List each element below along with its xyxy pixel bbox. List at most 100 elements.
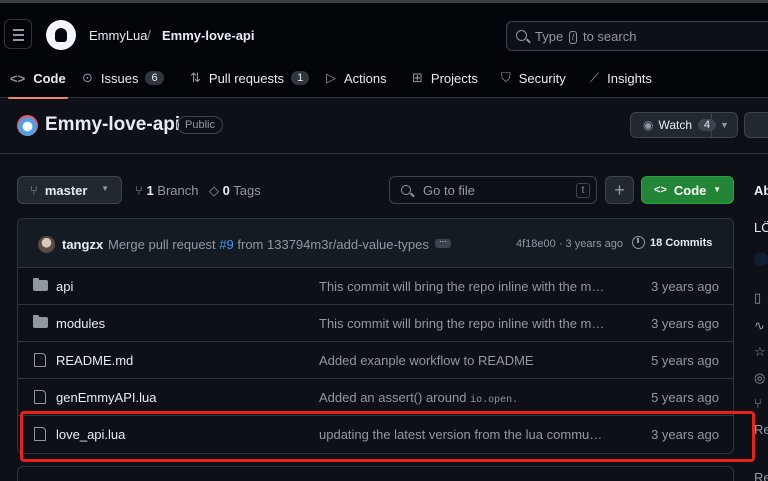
report-link[interactable]: Re (754, 422, 768, 437)
readme-box (17, 466, 734, 481)
pull-request-link[interactable]: #9 (219, 237, 233, 252)
breadcrumb-repo[interactable]: Emmy-love-api (162, 28, 254, 43)
eye-icon[interactable]: ◎ (754, 370, 765, 386)
repo-owner-avatar[interactable] (17, 115, 38, 136)
file-name[interactable]: genEmmyAPI.lua (56, 390, 156, 405)
commit-age: 3 years ago (565, 238, 624, 250)
pull-request-icon: ⇅ (190, 70, 201, 85)
repo-tabs: <> Code ⊙ Issues 6 ⇅ Pull requests 1 ▷ A… (0, 58, 768, 99)
file-commit-message[interactable]: updating the latest version from the lua… (319, 427, 609, 442)
tab-insights[interactable]: ⟋ Insights (590, 58, 652, 98)
search-placeholder: Type / to search (535, 29, 636, 44)
star-icon[interactable]: ☆ (754, 344, 766, 360)
file-name[interactable]: api (56, 279, 73, 294)
commit-hash[interactable]: 4f18e00 · 3 years ago (516, 238, 623, 250)
file-date: 5 years ago (651, 390, 719, 405)
releases-heading: Re (754, 470, 768, 481)
avatar[interactable] (38, 236, 55, 253)
activity-icon[interactable]: ∿ (754, 318, 765, 334)
go-to-file-input[interactable]: Go to file t (389, 176, 597, 204)
topic-tag[interactable] (754, 252, 768, 266)
latest-commit-bar: tangzx Merge pull request #9 from 133794… (18, 219, 733, 268)
file-row-api[interactable]: api This commit will bring the repo inli… (18, 268, 733, 305)
code-button-label: Code (673, 182, 707, 198)
chevron-down-icon: ▼ (713, 185, 721, 194)
tab-code-label: Code (33, 70, 66, 86)
commits-link[interactable]: 18 Commits (650, 237, 712, 249)
menu-button[interactable] (4, 19, 32, 49)
folder-icon (33, 278, 48, 291)
file-commit-message-text: Added an assert() around (319, 390, 467, 405)
tags-link[interactable]: ◇ 0 Tags (209, 183, 261, 199)
branches-link[interactable]: ⑂ 1 Branch (135, 183, 199, 198)
tag-icon: ◇ (209, 183, 219, 198)
file-icon (34, 427, 46, 441)
breadcrumb-owner[interactable]: EmmyLua (89, 28, 148, 43)
tab-actions[interactable]: ▷ Actions (326, 58, 387, 98)
fork-icon[interactable]: ⑂ (754, 396, 762, 411)
file-browser: tangzx Merge pull request #9 from 133794… (17, 218, 734, 454)
search-shortcut-key: / (568, 31, 578, 44)
file-row-love-api[interactable]: love_api.lua updating the latest version… (18, 416, 733, 453)
code-icon: <> (654, 184, 667, 196)
menu-icon-line (13, 39, 24, 41)
menu-icon (13, 29, 24, 31)
go-to-file-placeholder: Go to file (423, 183, 476, 198)
tab-projects[interactable]: ⊞ Projects (412, 58, 478, 98)
play-icon: ▷ (326, 70, 336, 85)
tab-issues-label: Issues (100, 70, 139, 86)
search-input[interactable]: Type / to search (506, 21, 768, 51)
branches-count: 1 (146, 183, 154, 198)
repo-header: Emmy-love-api Public ◉ Watch 4 ▼ (0, 98, 768, 154)
file-date: 5 years ago (651, 353, 719, 368)
commits-label: Commits (665, 237, 713, 249)
file-row-genemmyapi[interactable]: genEmmyAPI.lua Added an assert() around … (18, 379, 733, 416)
file-commit-message[interactable]: This commit will bring the repo inline w… (319, 279, 609, 294)
commit-message-pre: Merge pull request (108, 237, 216, 252)
folder-icon (33, 315, 48, 328)
shield-icon: ⛉ (501, 70, 511, 85)
tab-pull-requests-label: Pull requests (208, 70, 285, 86)
tab-security[interactable]: ⛉ Security (501, 58, 566, 98)
watch-button[interactable]: ◉ Watch 4 ▼ (630, 112, 738, 138)
expand-commit-button[interactable]: ··· (435, 238, 451, 248)
readme-icon[interactable]: ▯ (754, 290, 761, 306)
go-to-file-shortcut: t (576, 183, 590, 198)
file-commit-message[interactable]: This commit will bring the repo inline w… (319, 316, 609, 331)
commit-author[interactable]: tangzx (62, 237, 103, 252)
file-name[interactable]: README.md (56, 353, 133, 368)
commit-message[interactable]: Merge pull request #9 from 133794m3r/add… (108, 237, 429, 252)
file-commit-message-code: io.open. (470, 395, 519, 406)
branch-icon: ⑂ (135, 183, 143, 198)
branch-select-button[interactable]: ⑂ master ▼ (17, 176, 122, 204)
chevron-down-icon[interactable]: ▼ (711, 113, 737, 137)
commit-hash-value: 4f18e00 (516, 238, 556, 250)
add-file-button[interactable]: + (605, 176, 634, 204)
menu-icon-line (13, 34, 24, 36)
repo-title[interactable]: Emmy-love-api (45, 114, 180, 136)
code-button[interactable]: <> Code ▼ (641, 176, 734, 204)
about-description: LÖ (754, 220, 768, 235)
branch-name: master (44, 182, 88, 198)
tab-code[interactable]: <> Code (8, 58, 68, 99)
graph-icon: ⟋ (590, 70, 600, 85)
tab-insights-label: Insights (607, 70, 652, 86)
file-row-readme[interactable]: README.md Added exanple workflow to READ… (18, 342, 733, 379)
history-icon (632, 236, 645, 249)
search-placeholder-post: to search (582, 29, 637, 44)
file-name[interactable]: love_api.lua (56, 427, 125, 442)
tab-projects-label: Projects (430, 70, 478, 86)
fork-button[interactable] (744, 112, 768, 138)
tab-issues[interactable]: ⊙ Issues 6 (82, 58, 164, 98)
file-name[interactable]: modules (56, 316, 105, 331)
watch-label: Watch (658, 118, 693, 132)
commits-count: 18 (650, 237, 663, 249)
file-row-modules[interactable]: modules This commit will bring the repo … (18, 305, 733, 342)
file-commit-message[interactable]: Added an assert() around io.open. (319, 390, 609, 406)
plus-icon: + (614, 179, 625, 200)
file-commit-message[interactable]: Added exanple workflow to README (319, 353, 609, 368)
github-logo-icon[interactable] (46, 20, 76, 50)
visibility-badge: Public (177, 116, 223, 134)
tab-pull-requests[interactable]: ⇅ Pull requests 1 (190, 58, 310, 98)
global-header: EmmyLua / Emmy-love-api Type / to search (0, 0, 768, 58)
